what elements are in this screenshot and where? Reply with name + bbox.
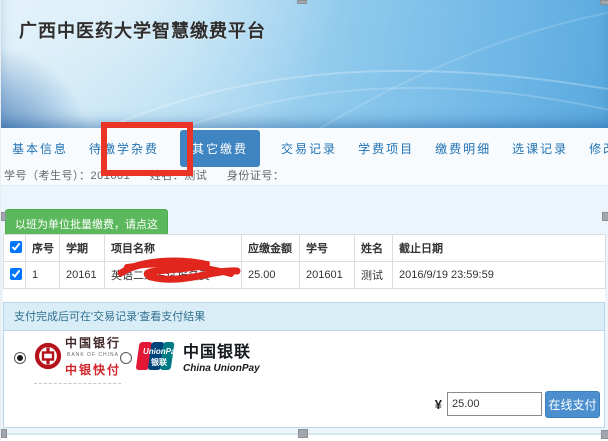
svg-text:UnionPay: UnionPay [143, 347, 176, 356]
cell-deadline: 2016/9/19 23:59:59 [393, 262, 606, 289]
unionpay-payment-option[interactable]: UnionPay 银联 中国银联 China UnionPay [134, 338, 260, 374]
unionpay-en-name: China UnionPay [183, 363, 260, 374]
selection-handle-top-right[interactable] [600, 0, 608, 5]
row-checkbox[interactable] [10, 268, 22, 280]
nav-item-payment-details[interactable]: 缴费明细 [435, 140, 491, 157]
fee-table: 序号 学期 项目名称 应缴金额 学号 姓名 截止日期 1 20161 英语二级考… [3, 234, 606, 289]
nav-item-basic-info[interactable]: 基本信息 [12, 140, 68, 157]
currency-symbol: ¥ [435, 397, 442, 412]
student-idcard: 身份证号： [227, 170, 285, 182]
cell-project-name: 英语二级考试报名费 [105, 262, 242, 289]
header-banner: 广西中医药大学智慧缴费平台 [1, 0, 608, 128]
nav-item-other-payments-active[interactable]: 其它缴费 [180, 130, 260, 167]
student-info-line: 学号（考生号）：201601 姓名：测试 身份证号： [4, 167, 300, 183]
boc-payment-option[interactable]: 中国银行 BANK OF CHINA 中银快付 [34, 334, 121, 384]
nav-item-pending-fees[interactable]: 待缴学杂费 [89, 140, 159, 157]
amount-input[interactable] [447, 392, 542, 416]
nav-item-tuition-items[interactable]: 学费项目 [358, 140, 414, 157]
main-nav: 基本信息 待缴学杂费 其它缴费 交易记录 学费项目 缴费明细 选课记录 修改密码… [12, 128, 608, 168]
fee-table-header-row: 序号 学期 项目名称 应缴金额 学号 姓名 截止日期 [4, 235, 606, 262]
boc-text-block: 中国银行 BANK OF CHINA 中银快付 [65, 334, 121, 378]
boc-cn-name: 中国银行 [65, 334, 121, 351]
selection-handle-bottom-right[interactable] [601, 430, 608, 439]
svg-text:银联: 银联 [150, 357, 167, 367]
main-content: 以班为单位批量缴费，请点这 序号 学期 项目名称 应缴金额 学号 姓名 截止日期 [1, 186, 608, 433]
cell-student-id: 201601 [300, 262, 355, 289]
page-title: 广西中医药大学智慧缴费平台 [19, 17, 266, 43]
selection-handle-bottom-left[interactable] [1, 429, 7, 438]
unionpay-logo-icon: UnionPay 银联 [134, 339, 176, 373]
unionpay-radio[interactable] [120, 352, 132, 364]
nav-section: 基本信息 待缴学杂费 其它缴费 交易记录 学费项目 缴费明细 选课记录 修改密码… [1, 128, 608, 186]
unionpay-cn-name: 中国银联 [183, 338, 260, 362]
nav-item-transactions[interactable]: 交易记录 [281, 140, 337, 157]
payment-panel: 支付完成后可在'交易记录'查看支付结果 中国银行 BANK OF CHINA 中… [3, 302, 605, 428]
col-seq: 序号 [26, 235, 60, 262]
payment-notice: 支付完成后可在'交易记录'查看支付结果 [4, 303, 604, 331]
col-term: 学期 [60, 235, 105, 262]
col-name: 姓名 [355, 235, 393, 262]
col-project-name: 项目名称 [105, 235, 242, 262]
bank-of-china-logo-icon [34, 342, 62, 370]
nav-item-change-password[interactable]: 修改密码 [589, 140, 608, 157]
selection-handle-middle-right[interactable] [602, 212, 608, 221]
cell-term: 20161 [60, 262, 105, 289]
selection-handle-top-middle[interactable] [297, 0, 307, 4]
boc-radio[interactable] [14, 352, 26, 364]
online-pay-button[interactable]: 在线支付 [545, 391, 600, 418]
payment-platform-page: 广西中医药大学智慧缴费平台 基本信息 待缴学杂费 其它缴费 交易记录 学费项目 … [0, 0, 608, 441]
nav-item-course-records[interactable]: 选课记录 [512, 140, 568, 157]
select-all-checkbox[interactable] [10, 241, 22, 253]
unionpay-text-block: 中国银联 China UnionPay [183, 338, 260, 374]
fee-table-card: 序号 学期 项目名称 应缴金额 学号 姓名 截止日期 1 20161 英语二级考… [3, 234, 605, 302]
student-name: 姓名：测试 [150, 170, 208, 182]
cell-amount: 25.00 [242, 262, 300, 289]
selection-handle-bottom-middle[interactable] [298, 429, 308, 438]
fee-table-row: 1 20161 英语二级考试报名费 25.00 201601 测试 2016/9… [4, 262, 606, 289]
student-id: 学号（考生号）：201601 [4, 170, 130, 182]
payment-body: 中国银行 BANK OF CHINA 中银快付 UnionPay [4, 331, 604, 427]
boc-en-name: BANK OF CHINA [67, 352, 119, 358]
boc-product-name: 中银快付 [65, 361, 121, 378]
cell-seq: 1 [26, 262, 60, 289]
cell-name: 测试 [355, 262, 393, 289]
col-deadline: 截止日期 [393, 235, 606, 262]
selection-handle-middle-left[interactable] [1, 212, 6, 221]
col-student-id: 学号 [300, 235, 355, 262]
col-amount-due: 应缴金额 [242, 235, 300, 262]
